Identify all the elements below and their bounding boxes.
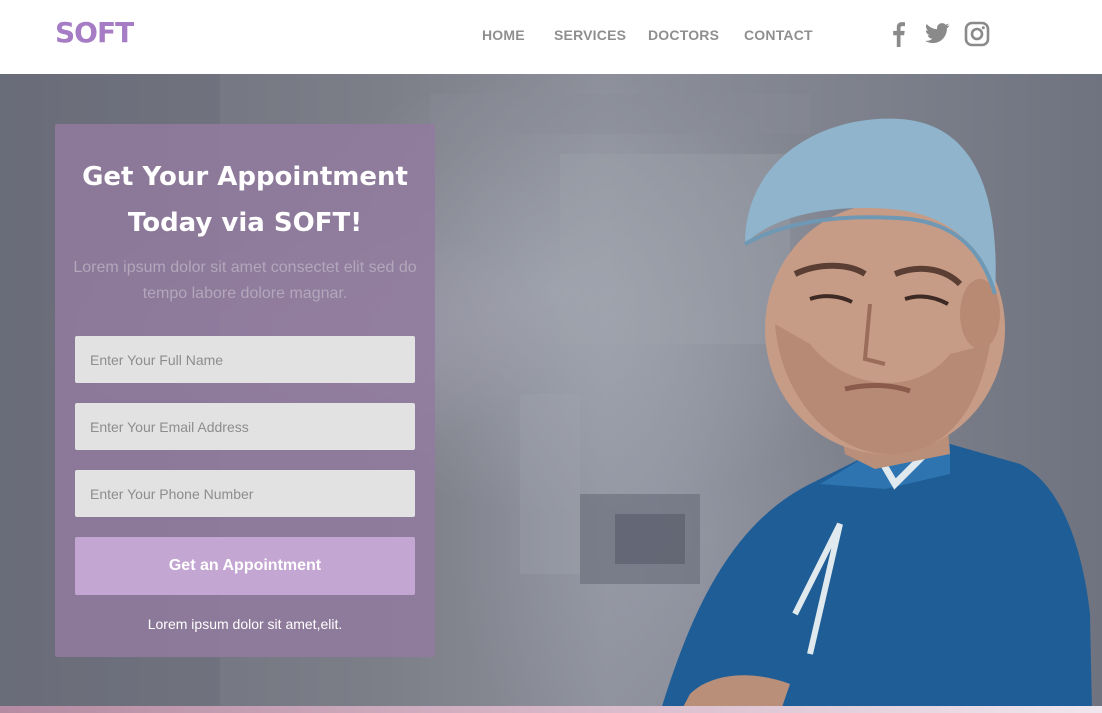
nav-item-doctors[interactable]: DOCTORS <box>648 27 719 43</box>
form-footnote: Lorem ipsum dolor sit amet,elit. <box>147 616 343 632</box>
nav-item-home[interactable]: HOME <box>482 27 525 43</box>
email-input[interactable] <box>75 403 415 450</box>
doctor-image <box>660 118 1092 713</box>
form-title-line-1: Get Your Appointment <box>82 162 408 192</box>
appointment-form: Get Your Appointment Today via SOFT! Lor… <box>55 124 435 657</box>
phone-input[interactable] <box>75 470 415 517</box>
form-title: Get Your Appointment Today via SOFT! <box>55 154 435 246</box>
full-name-input[interactable] <box>75 336 415 383</box>
form-title-line-2: Today via SOFT! <box>127 208 363 238</box>
nav-item-contact[interactable]: CONTACT <box>744 27 813 43</box>
form-subtitle: Lorem ipsum dolor sit amet consectet eli… <box>73 259 417 302</box>
instagram-icon[interactable] <box>964 21 990 47</box>
hero-bottom-strip <box>0 706 1102 713</box>
twitter-icon[interactable] <box>925 23 950 44</box>
get-appointment-button[interactable]: Get an Appointment <box>75 537 415 595</box>
facebook-icon[interactable] <box>890 21 906 47</box>
nav-item-services[interactable]: SERVICES <box>554 27 626 43</box>
site-header: SOFT HOME SERVICES DOCTORS CONTACT <box>0 0 1102 74</box>
